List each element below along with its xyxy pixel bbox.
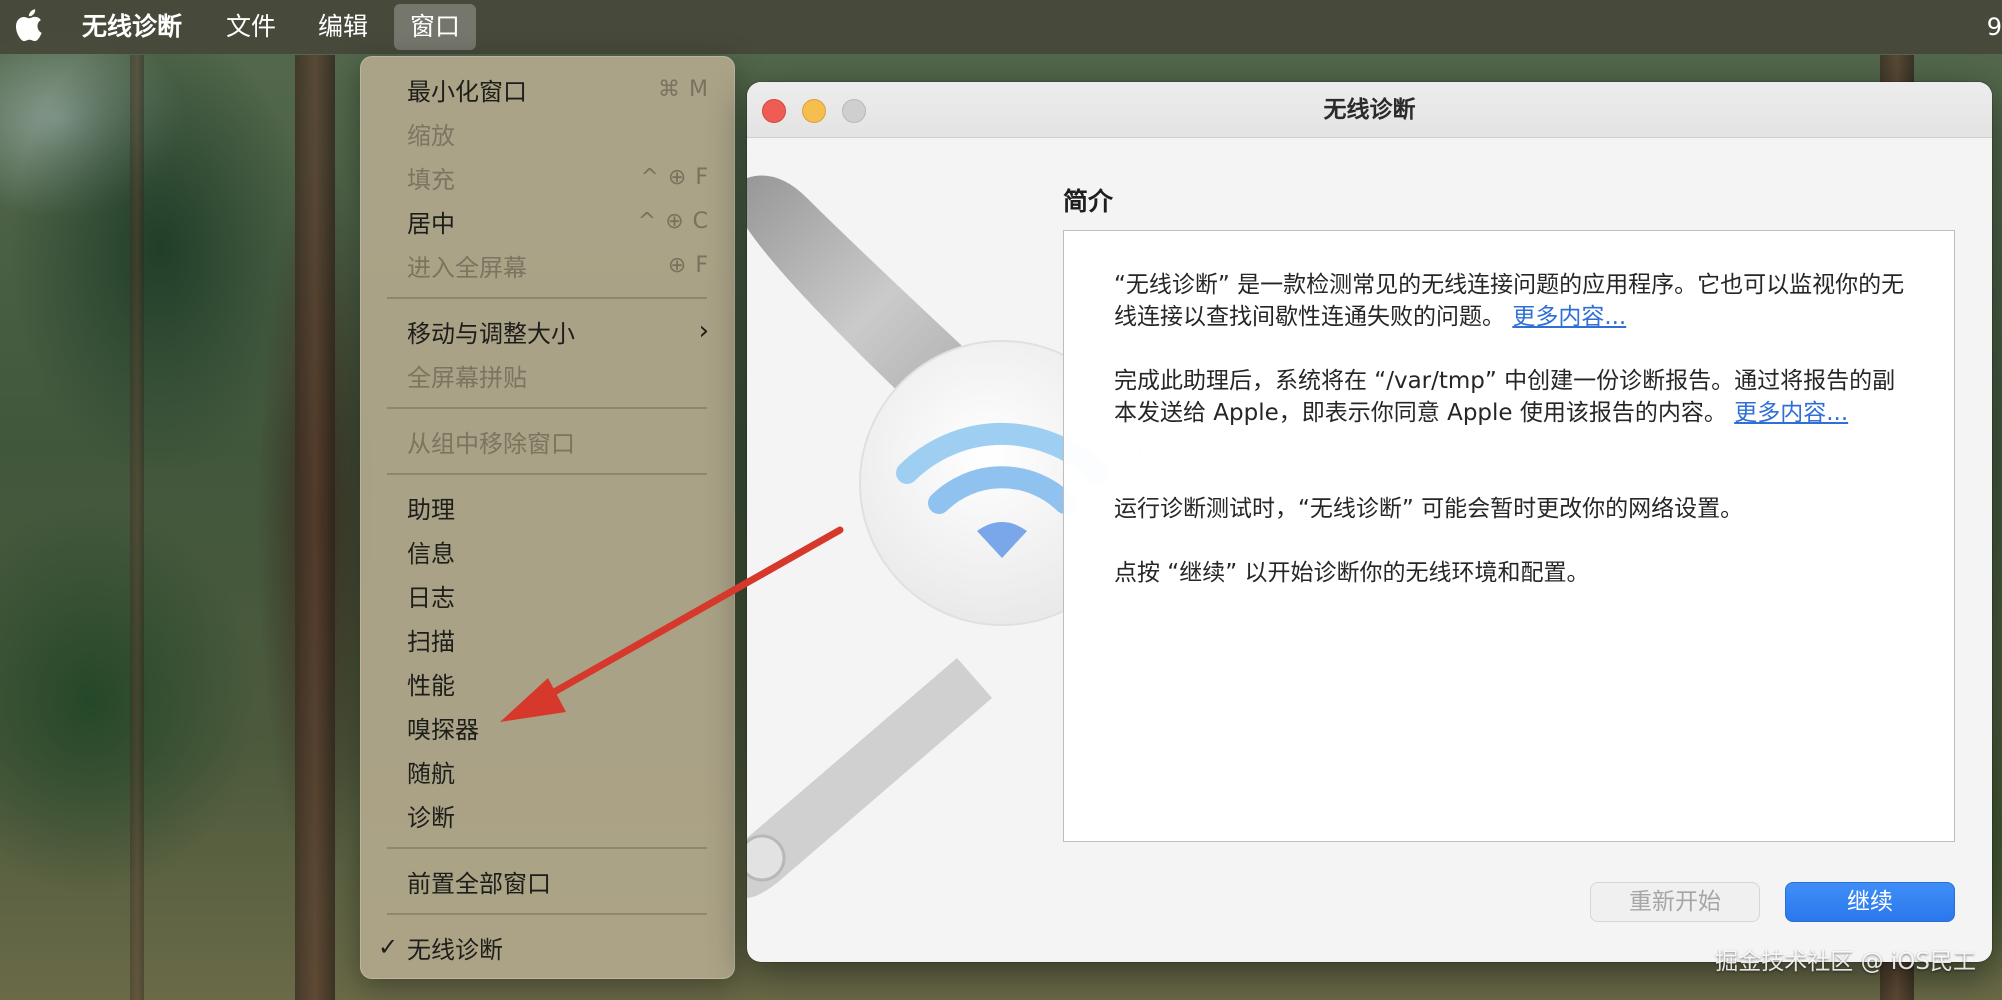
menu-separator bbox=[387, 473, 707, 475]
menu-item-sniffer[interactable]: 嗅探器 bbox=[360, 706, 735, 748]
menu-item-label: 前置全部窗口 bbox=[407, 869, 551, 898]
menu-item-center[interactable]: 居中 ^ ⊕ C bbox=[360, 200, 735, 242]
menu-item-label: 嗅探器 bbox=[407, 715, 479, 744]
watermark: 掘金技术社区 @ iOS民工 bbox=[1715, 949, 1976, 975]
continue-instruction-paragraph: 点按 “继续” 以开始诊断你的无线环境和配置。 bbox=[1114, 557, 1914, 589]
menu-app-name[interactable]: 无线诊断 bbox=[66, 4, 198, 50]
restart-button[interactable]: 重新开始 bbox=[1590, 882, 1760, 922]
menu-item-label: 移动与调整大小 bbox=[407, 319, 575, 348]
menu-bar-clock[interactable]: 9 bbox=[1987, 4, 2002, 50]
menu-item-logs[interactable]: 日志 bbox=[360, 574, 735, 616]
paragraph-text: 点按 “继续” 以开始诊断你的无线环境和配置。 bbox=[1114, 560, 1590, 586]
menu-item-label: 全屏幕拼贴 bbox=[407, 363, 527, 392]
menu-item-info[interactable]: 信息 bbox=[360, 530, 735, 572]
menu-bar: 无线诊断 文件 编辑 窗口 9 bbox=[0, 0, 2002, 54]
menu-item-label: 助理 bbox=[407, 495, 455, 524]
menu-item-remove-from-group: 从组中移除窗口 bbox=[360, 420, 735, 462]
checkmark-icon: ✓ bbox=[378, 933, 399, 961]
menu-separator bbox=[387, 297, 707, 299]
tree-trunk bbox=[295, 55, 335, 1000]
paragraph-text: 运行诊断测试时，“无线诊断” 可能会暂时更改你的网络设置。 bbox=[1114, 496, 1744, 522]
menu-item-scan[interactable]: 扫描 bbox=[360, 618, 735, 660]
zoom-button[interactable] bbox=[842, 99, 866, 123]
menu-separator bbox=[387, 847, 707, 849]
menu-item-label: 居中 bbox=[407, 209, 455, 238]
menu-item-assistant[interactable]: 助理 bbox=[360, 486, 735, 528]
menu-item-label: 无线诊断 bbox=[407, 935, 503, 964]
menu-item-minimize[interactable]: 最小化窗口 ⌘ M bbox=[360, 68, 735, 110]
report-paragraph: 完成此助理后，系统将在 “/var/tmp” 中创建一份诊断报告。通过将报告的副… bbox=[1114, 365, 1914, 429]
menu-item-label: 最小化窗口 bbox=[407, 77, 527, 106]
apple-logo-icon[interactable] bbox=[12, 6, 44, 44]
menu-item-shortcut: ⊕ F bbox=[667, 252, 709, 278]
menu-separator bbox=[387, 407, 707, 409]
more-info-link[interactable]: 更多内容... bbox=[1512, 304, 1626, 330]
wireless-diagnostics-window: 无线诊断 简介 “无线诊断” 是一款检测常见的无线连接问题的应用程序。它也可以监… bbox=[747, 82, 1992, 962]
menu-item-diagnostics[interactable]: 诊断 bbox=[360, 794, 735, 836]
menu-item-label: 缩放 bbox=[407, 121, 455, 150]
window-title: 无线诊断 bbox=[1323, 97, 1416, 123]
menu-item-label: 信息 bbox=[407, 539, 455, 568]
section-title: 简介 bbox=[1063, 187, 1114, 216]
menu-item-label: 诊断 bbox=[407, 803, 455, 832]
menu-item-performance[interactable]: 性能 bbox=[360, 662, 735, 704]
intro-paragraph: “无线诊断” 是一款检测常见的无线连接问题的应用程序。它也可以监视你的无线连接以… bbox=[1114, 269, 1914, 333]
menu-item-shortcut: ⌘ M bbox=[658, 76, 709, 102]
menu-item-zoom: 缩放 bbox=[360, 112, 735, 154]
intro-text-box: “无线诊断” 是一款检测常见的无线连接问题的应用程序。它也可以监视你的无线连接以… bbox=[1063, 230, 1955, 842]
menu-item-label: 日志 bbox=[407, 583, 455, 612]
menu-item-label: 填充 bbox=[407, 165, 455, 194]
minimize-button[interactable] bbox=[802, 99, 826, 123]
menu-item-move-resize[interactable]: 移动与调整大小 › bbox=[360, 310, 735, 352]
menu-item-enter-fullscreen: 进入全屏幕 ⊕ F bbox=[360, 244, 735, 286]
menu-item-shortcut: ^ ⊕ C bbox=[637, 208, 709, 234]
menu-item-sidecar[interactable]: 随航 bbox=[360, 750, 735, 792]
menu-window[interactable]: 窗口 bbox=[394, 4, 477, 50]
network-settings-paragraph: 运行诊断测试时，“无线诊断” 可能会暂时更改你的网络设置。 bbox=[1114, 493, 1914, 525]
window-menu-dropdown: 最小化窗口 ⌘ M 缩放 填充 ^ ⊕ F 居中 ^ ⊕ C 进入全屏幕 ⊕ F… bbox=[360, 56, 735, 979]
menu-item-label: 性能 bbox=[407, 671, 455, 700]
close-button[interactable] bbox=[762, 99, 786, 123]
menu-separator bbox=[387, 913, 707, 915]
menu-file[interactable]: 文件 bbox=[210, 4, 292, 50]
continue-button[interactable]: 继续 bbox=[1785, 882, 1955, 922]
more-info-link[interactable]: 更多内容... bbox=[1734, 400, 1848, 426]
tree-trunk bbox=[130, 55, 144, 1000]
paragraph-text: “无线诊断” 是一款检测常见的无线连接问题的应用程序。它也可以监视你的无线连接以… bbox=[1114, 272, 1905, 330]
menu-item-wireless-diagnostics-window[interactable]: ✓ 无线诊断 bbox=[360, 926, 735, 968]
title-bar[interactable]: 无线诊断 bbox=[747, 82, 1992, 138]
menu-item-label: 从组中移除窗口 bbox=[407, 429, 575, 458]
chevron-right-icon: › bbox=[698, 316, 709, 346]
menu-item-label: 扫描 bbox=[407, 627, 455, 656]
menu-item-fullscreen-tile: 全屏幕拼贴 bbox=[360, 354, 735, 396]
menu-edit[interactable]: 编辑 bbox=[302, 4, 384, 50]
menu-item-label: 随航 bbox=[407, 759, 455, 788]
menu-item-label: 进入全屏幕 bbox=[407, 253, 527, 282]
menu-item-fill: 填充 ^ ⊕ F bbox=[360, 156, 735, 198]
menu-item-shortcut: ^ ⊕ F bbox=[640, 164, 709, 190]
menu-item-bring-all-to-front[interactable]: 前置全部窗口 bbox=[360, 860, 735, 902]
